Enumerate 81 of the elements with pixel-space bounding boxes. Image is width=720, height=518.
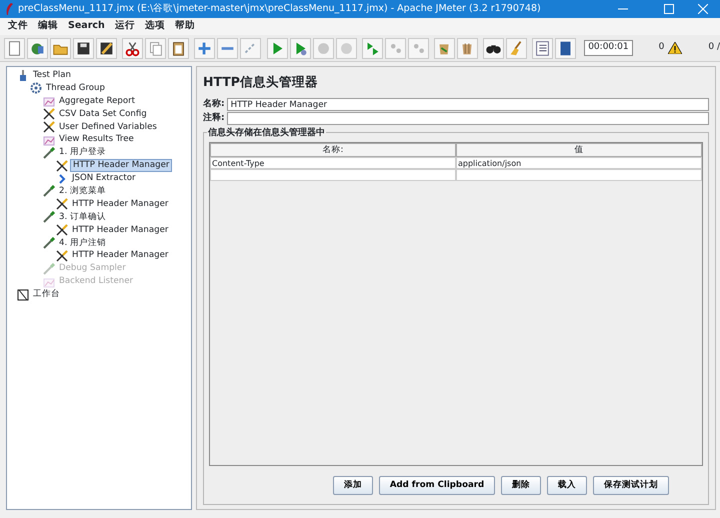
- clear-icon[interactable]: [434, 38, 455, 58]
- pipette-icon: [43, 146, 55, 159]
- thread-count: 0 /: [708, 41, 720, 54]
- tree-item[interactable]: 2. 浏览菜单: [57, 186, 108, 197]
- menu-item[interactable]: 帮助: [174, 19, 195, 34]
- name-field[interactable]: HTTP Header Manager: [226, 98, 709, 112]
- comment-field[interactable]: [226, 112, 709, 126]
- field-label: 名称:: [203, 98, 225, 111]
- scissors-icon: [43, 108, 55, 120]
- menu-item[interactable]: 文件: [8, 19, 28, 34]
- maximize-icon[interactable]: [664, 4, 674, 14]
- broom-icon[interactable]: [506, 38, 528, 58]
- remote-start-icon[interactable]: [362, 38, 383, 58]
- tree-item[interactable]: HTTP Header Manager: [70, 224, 170, 236]
- close-icon[interactable]: [698, 4, 708, 14]
- search-icon[interactable]: [483, 38, 504, 58]
- feather-icon: [4, 3, 14, 15]
- action-button[interactable]: 保存测试计划: [593, 476, 670, 495]
- column-header[interactable]: 名称:: [210, 142, 456, 157]
- scissors-icon: [43, 121, 55, 133]
- tree-item[interactable]: 工作台: [31, 289, 62, 300]
- menu-item[interactable]: 编辑: [38, 19, 58, 34]
- tree-item[interactable]: Aggregate Report: [57, 96, 138, 107]
- action-button[interactable]: 添加: [332, 476, 373, 495]
- column-header[interactable]: 值: [456, 142, 702, 157]
- table-cell[interactable]: [210, 168, 456, 181]
- toggle-icon[interactable]: [240, 38, 262, 58]
- chart-icon: [43, 134, 55, 146]
- paste-icon[interactable]: [168, 38, 190, 58]
- warning-count: 0: [658, 41, 664, 54]
- start-icon[interactable]: [266, 38, 288, 58]
- tree-item[interactable]: 1. 用户登录: [57, 147, 108, 158]
- warning-icon[interactable]: [668, 42, 682, 54]
- templates-icon[interactable]: [27, 38, 48, 58]
- menu-item[interactable]: 选项: [144, 19, 165, 34]
- tree-item[interactable]: JSON Extractor: [70, 173, 138, 184]
- test-plan-icon: [17, 69, 29, 82]
- scissors-icon: [56, 224, 68, 236]
- pipette-icon: [43, 262, 55, 275]
- table-cell[interactable]: [456, 168, 702, 181]
- menu-item[interactable]: 运行: [114, 19, 135, 34]
- tree-item[interactable]: HTTP Header Manager: [70, 159, 172, 172]
- window-title: preClassMenu_1117.jmx (E:\谷歌\jmeter-master\jmx\preClassMenu_1117.jmx) - Apache JMeter (3.2 r1790748): [18, 2, 542, 16]
- pipette-icon: [43, 211, 55, 224]
- table-cell[interactable]: Content-Type: [210, 156, 456, 169]
- action-button[interactable]: 删除: [501, 476, 542, 495]
- scissors-icon: [56, 250, 68, 262]
- tree-item[interactable]: View Results Tree: [57, 134, 136, 146]
- save-as-icon[interactable]: [96, 38, 117, 58]
- table-cell[interactable]: application/json: [456, 156, 702, 169]
- action-button[interactable]: 载入: [547, 476, 588, 495]
- panel-title: HTTP信息头管理器: [203, 73, 319, 91]
- gear-icon: [30, 82, 42, 94]
- tree-item[interactable]: Test Plan: [31, 70, 73, 81]
- workbench-icon: [17, 288, 29, 301]
- save-icon[interactable]: [73, 38, 94, 58]
- new-file-icon[interactable]: [4, 38, 25, 58]
- menu-item[interactable]: Search: [68, 19, 105, 34]
- tree-item[interactable]: Thread Group: [44, 82, 107, 94]
- pipette-icon: [43, 237, 55, 250]
- expand-icon[interactable]: [194, 38, 216, 58]
- field-label: 注释:: [203, 112, 225, 125]
- scissors-icon: [56, 198, 68, 210]
- scissors-icon: [56, 160, 68, 172]
- pipette-icon: [43, 185, 55, 198]
- tree-item[interactable]: HTTP Header Manager: [70, 250, 170, 262]
- chart-icon: [43, 95, 55, 108]
- tree-item[interactable]: 3. 订单确认: [57, 212, 108, 223]
- cut-icon[interactable]: [122, 38, 144, 58]
- open-folder-icon[interactable]: [50, 38, 71, 58]
- tree-item[interactable]: CSV Data Set Config: [57, 108, 149, 120]
- function-list-icon[interactable]: [532, 38, 554, 58]
- clear-all-icon[interactable]: [456, 38, 478, 58]
- tree-item[interactable]: User Defined Variables: [57, 122, 159, 132]
- tree-item[interactable]: HTTP Header Manager: [70, 198, 170, 210]
- tree-item[interactable]: 4. 用户注销: [57, 238, 108, 249]
- start-no-pause-icon[interactable]: [290, 38, 311, 58]
- timer-field: 00:00:01: [584, 40, 633, 56]
- collapse-icon[interactable]: [217, 38, 238, 58]
- chart-icon: [43, 276, 55, 288]
- action-button[interactable]: Add from Clipboard: [378, 476, 496, 495]
